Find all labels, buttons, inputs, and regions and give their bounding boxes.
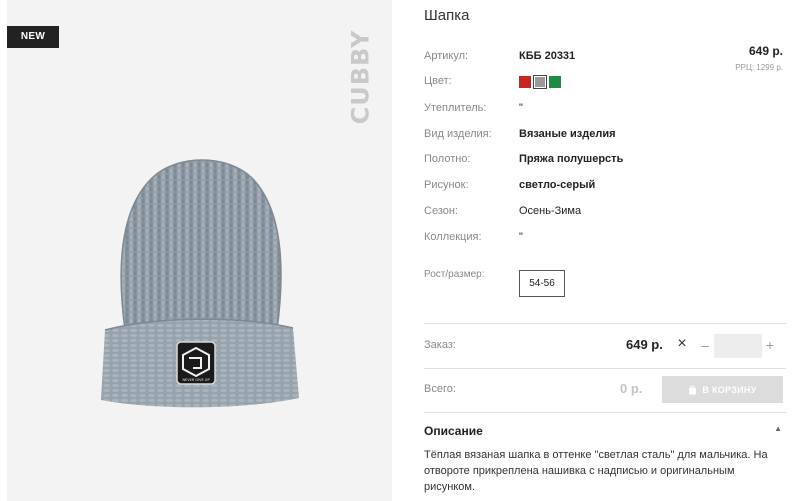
color-swatch-grey-selected[interactable] (533, 75, 547, 89)
product-gallery[interactable]: NEW CUBBY NEVER GIVE UP (7, 0, 392, 501)
product-title: Шапка (424, 7, 470, 24)
divider (424, 368, 786, 369)
attr-label: Коллекция: (424, 231, 482, 243)
product-details: Шапка 649 р. PPЦ: 1299 р. Артикул: КББ 2… (424, 0, 786, 501)
chevron-up-icon[interactable]: ▲ (774, 424, 782, 433)
description-title[interactable]: Описание (424, 424, 483, 438)
attr-label: Утеплитель: (424, 102, 487, 114)
color-swatches (519, 75, 561, 89)
order-label: Заказ: (424, 339, 456, 351)
attr-value: " (519, 102, 523, 114)
attr-value: Пряжа полушерсть (519, 153, 624, 165)
color-swatch-red[interactable] (519, 76, 531, 88)
total-label: Всего: (424, 383, 456, 395)
attr-label: Рисунок: (424, 179, 469, 191)
attr-value: " (519, 231, 523, 243)
add-to-cart-label: В КОРЗИНУ (702, 384, 757, 395)
description-text: Тёплая вязаная шапка в оттенке "светлая … (424, 449, 768, 493)
quantity-decrease-button[interactable]: – (699, 336, 711, 354)
brand-label: CUBBY (343, 22, 377, 132)
brand-text: CUBBY (346, 29, 375, 125)
order-price: 649 р. (626, 337, 663, 352)
divider (424, 412, 786, 413)
total-value: 0 р. (620, 381, 643, 396)
color-swatch-green[interactable] (549, 76, 561, 88)
attr-label: Цвет: (424, 75, 452, 87)
attr-value: КББ 20331 (519, 50, 576, 62)
attr-value: Вязаные изделия (519, 128, 616, 140)
recommended-price: PPЦ: 1299 р. (735, 63, 783, 72)
divider (424, 323, 786, 324)
new-badge: NEW (7, 26, 59, 48)
attr-value: Осень-Зима (519, 205, 582, 217)
size-option-54-56[interactable]: 54-56 (519, 270, 565, 297)
product-price: 649 р. (748, 44, 783, 58)
attr-label: Сезон: (424, 205, 458, 217)
patch-text: NEVER GIVE UP (182, 378, 209, 382)
multiply-icon: × (677, 335, 687, 352)
attr-value: светло-серый (519, 179, 596, 191)
quantity-increase-button[interactable]: + (764, 336, 776, 354)
attr-label: Вид изделия: (424, 128, 492, 140)
attr-label: Полотно: (424, 153, 471, 165)
product-image[interactable]: NEVER GIVE UP (97, 150, 302, 410)
add-to-cart-button[interactable]: В КОРЗИНУ (662, 376, 783, 403)
cart-icon (689, 385, 697, 394)
quantity-input[interactable] (714, 334, 762, 358)
attr-label: Артикул: (424, 50, 469, 62)
size-label: Рост/размер: (424, 269, 485, 280)
